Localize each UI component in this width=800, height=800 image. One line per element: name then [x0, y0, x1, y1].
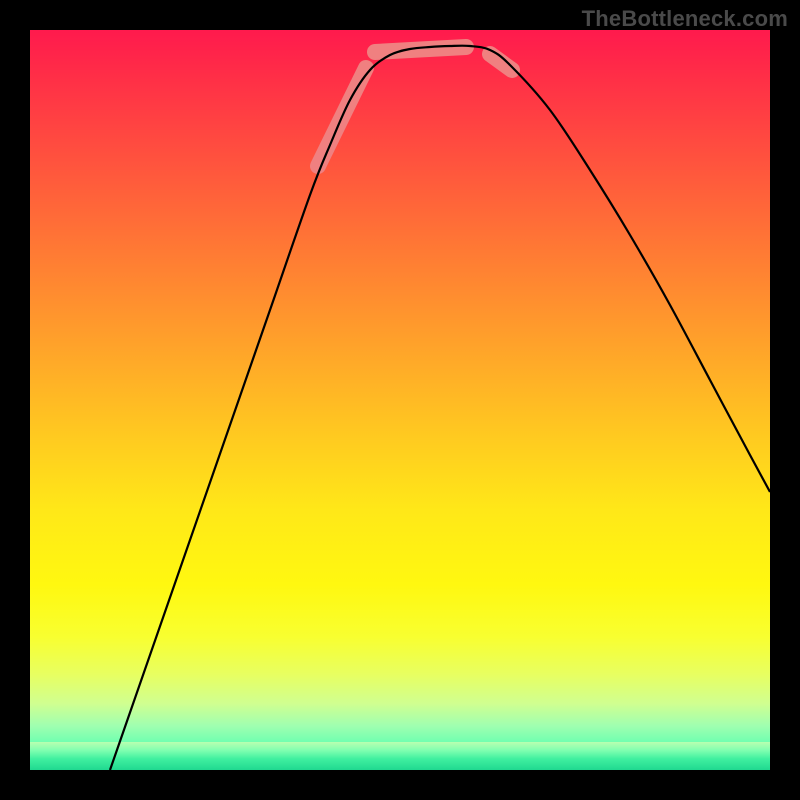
curve-layer [30, 30, 770, 770]
v-curve-line [110, 46, 770, 770]
watermark-text: TheBottleneck.com [582, 6, 788, 32]
chart-frame: TheBottleneck.com [0, 0, 800, 800]
plot-area [30, 30, 770, 770]
